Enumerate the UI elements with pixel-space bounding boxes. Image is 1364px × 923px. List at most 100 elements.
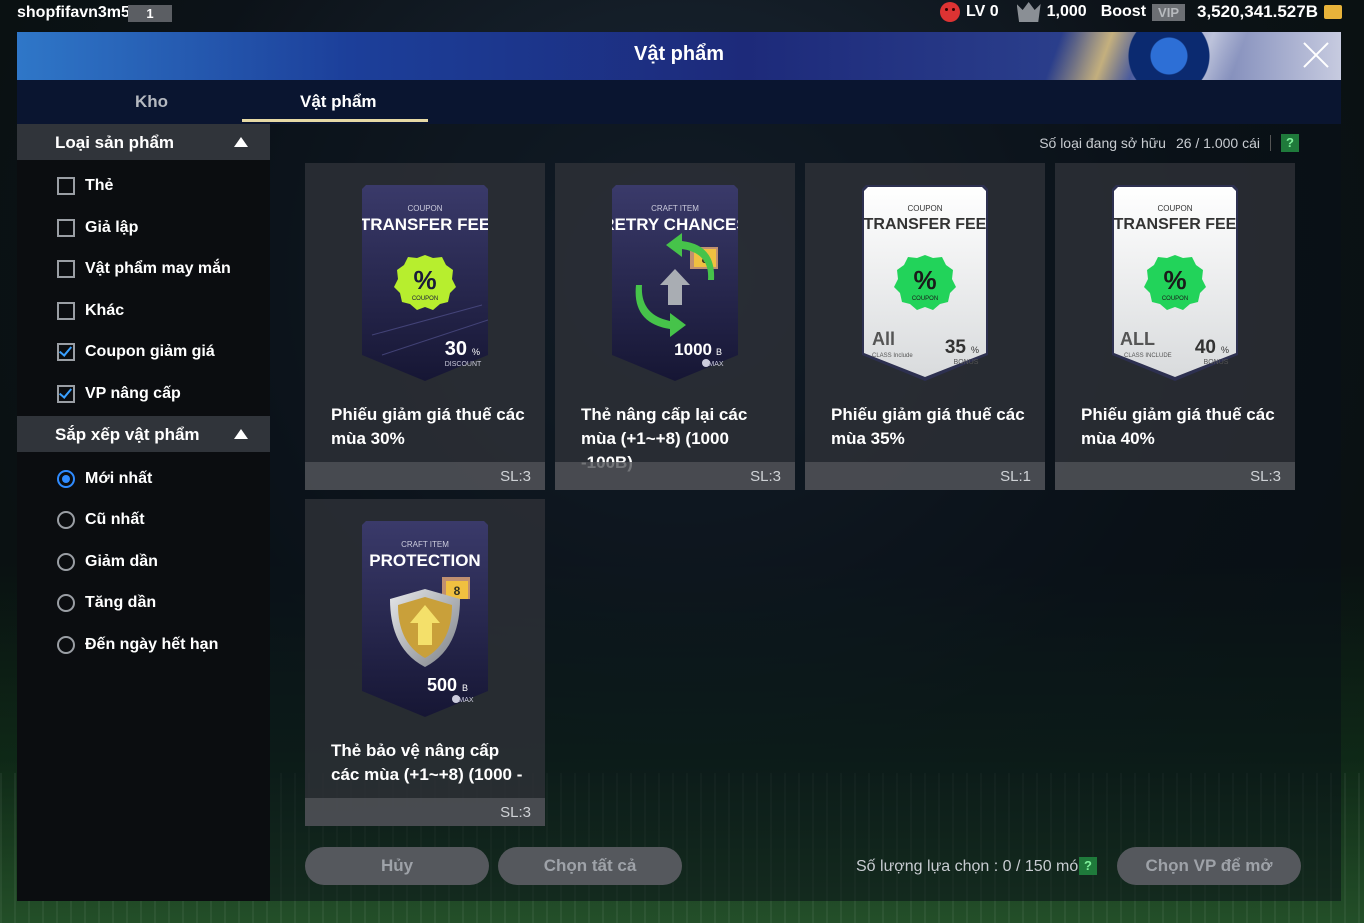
select-all-button[interactable]: Chọn tất cả — [498, 847, 682, 885]
option-label: Vật phẩm may mắn — [85, 260, 231, 277]
checkbox-checked-icon[interactable] — [57, 343, 75, 361]
checkbox-icon[interactable] — [57, 219, 75, 237]
filter-option-gia-lap[interactable]: Giả lập — [57, 219, 138, 237]
sort-header[interactable]: Sắp xếp vật phẩm — [17, 416, 270, 452]
item-footer: SL:1 — [805, 462, 1045, 490]
svg-text:BONUS: BONUS — [954, 359, 979, 366]
username: shopfifavn3m5 — [17, 4, 130, 21]
transfer-fee-coupon-white-image: COUPON TRANSFER FEE % COUPON ALL CLASS I… — [1112, 185, 1238, 381]
item-card[interactable]: COUPON TRANSFER FEE % COUPON All CLASS I… — [805, 163, 1045, 490]
item-name: Phiếu giảm giá thuế các mùa 35% — [831, 405, 1025, 448]
radio-icon[interactable] — [57, 636, 75, 654]
sort-title: Sắp xếp vật phẩm — [55, 425, 200, 444]
checkbox-icon[interactable] — [57, 302, 75, 320]
top-status: LV 0 1,000 Boost VIP 3,520,341.527B — [940, 2, 1342, 22]
option-label: Giảm dần — [85, 553, 158, 570]
svg-text:ALL: ALL — [1120, 329, 1155, 349]
svg-text:CLASS INCLUDE: CLASS INCLUDE — [1124, 353, 1172, 359]
sort-option-oldest[interactable]: Cũ nhất — [57, 511, 145, 529]
sort-option-expiry[interactable]: Đến ngày hết hạn — [57, 636, 218, 654]
svg-text:MAX: MAX — [708, 361, 724, 368]
svg-text:COUPON: COUPON — [1162, 296, 1188, 302]
svg-text:All: All — [872, 329, 895, 349]
coin-icon — [1324, 5, 1342, 19]
svg-text:%: % — [1221, 345, 1229, 355]
radio-icon[interactable] — [57, 594, 75, 612]
radio-icon[interactable] — [57, 511, 75, 529]
item-quantity: SL:3 — [750, 468, 781, 485]
svg-text:35: 35 — [945, 337, 967, 358]
svg-text:8: 8 — [454, 584, 461, 598]
item-quantity: SL:3 — [1250, 468, 1281, 485]
svg-text:B: B — [462, 683, 468, 693]
open-items-button[interactable]: Chọn VP để mở — [1117, 847, 1301, 885]
checkbox-checked-icon[interactable] — [57, 385, 75, 403]
level-text: LV 0 — [966, 3, 999, 20]
product-type-header[interactable]: Loại sản phẩm — [17, 124, 270, 160]
sort-option-descending[interactable]: Giảm dần — [57, 553, 158, 571]
sort-option-newest[interactable]: Mới nhất — [57, 470, 152, 488]
collapse-arrow-icon[interactable] — [234, 429, 248, 439]
svg-text:CLASS Include: CLASS Include — [872, 353, 913, 359]
radio-selected-icon[interactable] — [57, 470, 75, 488]
item-card[interactable]: COUPON TRANSFER FEE % COUPON 30 % DISCOU… — [305, 163, 545, 490]
item-name: Phiếu giảm giá thuế các mùa 40% — [1081, 405, 1275, 448]
user-number-badge: 1 — [128, 5, 172, 22]
svg-text:TRANSFER FEE: TRANSFER FEE — [362, 215, 488, 234]
filter-option-khac[interactable]: Khác — [57, 302, 124, 320]
top-bar: shopfifavn3m5 1 LV 0 1,000 Boost VIP 3,5… — [0, 0, 1364, 28]
svg-text:COUPON: COUPON — [912, 296, 938, 302]
option-label: Mới nhất — [85, 470, 153, 487]
svg-text:COUPON: COUPON — [1157, 204, 1192, 213]
filter-option-coupon[interactable]: Coupon giảm giá — [57, 343, 215, 361]
svg-text:TRANSFER FEE: TRANSFER FEE — [864, 216, 987, 233]
close-button[interactable] — [1301, 40, 1331, 70]
option-label: Cũ nhất — [85, 511, 145, 528]
tab-vat-pham[interactable]: Vật phẩm — [300, 92, 377, 112]
svg-text:PROTECTION: PROTECTION — [369, 551, 480, 570]
help-icon[interactable]: ? — [1079, 857, 1097, 875]
title-bar: Vật phẩm — [17, 32, 1341, 80]
crown-icon — [1016, 2, 1041, 22]
svg-text:COUPON: COUPON — [412, 296, 438, 302]
svg-text:COUPON: COUPON — [907, 204, 942, 213]
svg-text:500: 500 — [427, 675, 457, 695]
option-label: Đến ngày hết hạn — [85, 636, 219, 653]
item-name: Thẻ bảo vệ nâng cấp các mùa (+1~+8) (100… — [331, 741, 523, 784]
svg-text:MAX: MAX — [458, 697, 474, 704]
selection-count: Số lượng lựa chọn : 0 / 150 món — [856, 858, 1088, 875]
svg-text:%: % — [913, 265, 936, 295]
protection-image: CRAFT ITEM PROTECTION 8 500 B MAX — [362, 521, 488, 717]
radio-icon[interactable] — [57, 553, 75, 571]
active-tab-indicator — [242, 119, 428, 122]
filter-option-may-man[interactable]: Vật phẩm may mắn — [57, 260, 231, 278]
svg-text:1000: 1000 — [674, 340, 712, 359]
window-title: Vật phẩm — [633, 43, 725, 65]
filter-option-the[interactable]: Thẻ — [57, 177, 113, 195]
svg-text:30: 30 — [445, 338, 467, 360]
option-label: Coupon giảm giá — [85, 343, 215, 360]
tab-kho[interactable]: Kho — [135, 92, 168, 112]
sort-option-ascending[interactable]: Tăng dần — [57, 594, 156, 612]
help-icon[interactable]: ? — [1281, 134, 1299, 152]
item-card[interactable]: COUPON TRANSFER FEE % COUPON ALL CLASS I… — [1055, 163, 1295, 490]
svg-text:%: % — [472, 347, 480, 357]
checkbox-icon[interactable] — [57, 177, 75, 195]
points-text: 1,000 — [1046, 3, 1087, 20]
svg-text:%: % — [413, 265, 436, 295]
boost-label: Boost — [1100, 3, 1147, 20]
item-card[interactable]: CRAFT ITEM PROTECTION 8 500 B MAX Thẻ bả… — [305, 499, 545, 826]
svg-text:CRAFT ITEM: CRAFT ITEM — [401, 540, 449, 549]
svg-text:DISCOUNT: DISCOUNT — [445, 361, 482, 368]
item-card[interactable]: CRAFT ITEM RETRY CHANCES 8 1000 B MAX Th… — [555, 163, 795, 490]
collapse-arrow-icon[interactable] — [234, 137, 248, 147]
item-quantity: SL:3 — [500, 804, 531, 821]
item-footer: SL:3 — [1055, 462, 1295, 490]
product-type-title: Loại sản phẩm — [55, 133, 175, 152]
cancel-button[interactable]: Hủy — [305, 847, 489, 885]
option-label: Khác — [85, 302, 125, 319]
filter-option-vp-nang-cap[interactable]: VP nâng cấp — [57, 385, 181, 403]
transfer-fee-coupon-white-image: COUPON TRANSFER FEE % COUPON All CLASS I… — [862, 185, 988, 381]
checkbox-icon[interactable] — [57, 260, 75, 278]
mood-icon — [940, 2, 961, 22]
